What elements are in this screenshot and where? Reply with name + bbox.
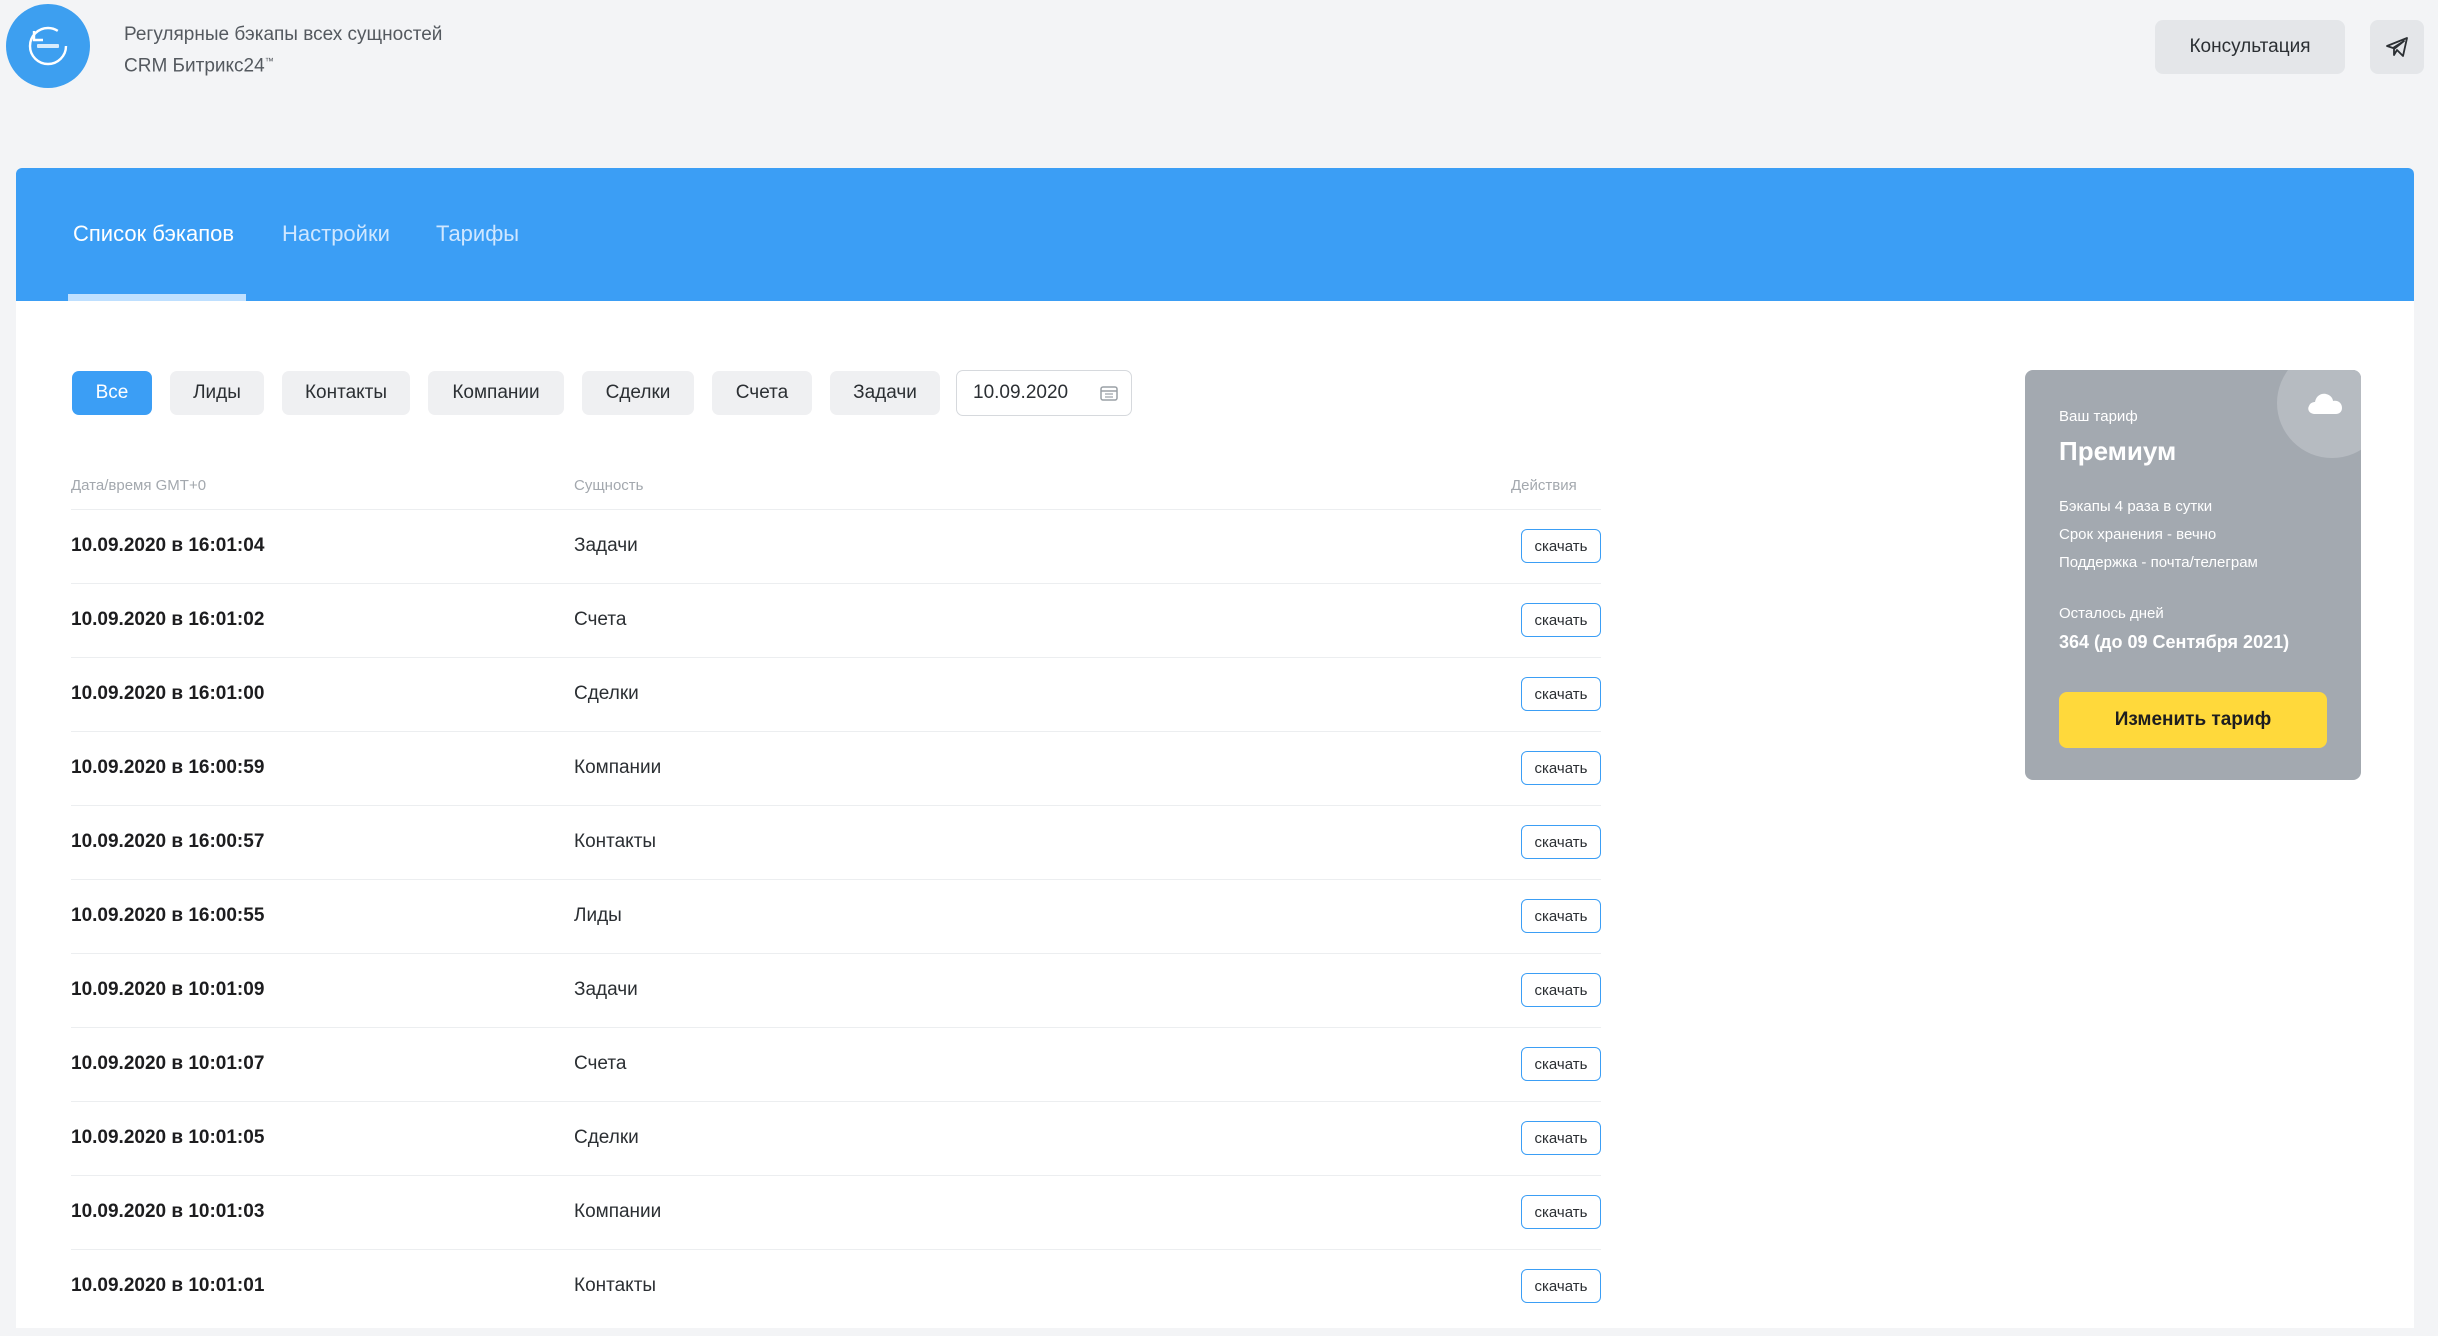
backup-logo-icon[interactable]: [6, 4, 90, 88]
days-left-label: Осталось дней: [2059, 605, 2164, 622]
brand-text: Регулярные бэкапы всех сущностей CRM Бит…: [124, 22, 442, 79]
download-button[interactable]: скачать: [1521, 751, 1601, 785]
table-row: 10.09.2020 в 10:01:03 Компании скачать: [71, 1175, 1601, 1249]
column-header-entity: Сущность: [574, 477, 644, 494]
row-datetime: 10.09.2020 в 16:01:00: [71, 683, 265, 704]
brand-tagline: Регулярные бэкапы всех сущностей: [124, 24, 443, 45]
filter-leads[interactable]: Лиды: [170, 371, 264, 415]
calendar-icon[interactable]: [1099, 383, 1119, 403]
download-button[interactable]: скачать: [1521, 1269, 1601, 1303]
tariff-name: Премиум: [2059, 436, 2177, 466]
table-row: 10.09.2020 в 16:01:02 Счета скачать: [71, 583, 1601, 657]
tab-bar: Список бэкапов Настройки Тарифы: [16, 168, 2414, 301]
row-datetime: 10.09.2020 в 16:00:55: [71, 905, 265, 926]
table-row: 10.09.2020 в 10:01:07 Счета скачать: [71, 1027, 1601, 1101]
date-filter-input[interactable]: 10.09.2020: [956, 370, 1132, 416]
date-value: 10.09.2020: [973, 382, 1069, 403]
row-datetime: 10.09.2020 в 16:00:57: [71, 831, 265, 852]
row-entity: Задачи: [574, 979, 638, 1000]
consultation-button[interactable]: Консультация: [2155, 20, 2345, 74]
row-entity: Счета: [574, 1053, 627, 1074]
filter-invoices[interactable]: Счета: [712, 371, 812, 415]
row-datetime: 10.09.2020 в 10:01:09: [71, 979, 265, 1000]
row-entity: Компании: [574, 1201, 662, 1222]
row-entity: Контакты: [574, 1275, 657, 1296]
filter-contacts[interactable]: Контакты: [282, 371, 410, 415]
table-row: 10.09.2020 в 10:01:09 Задачи скачать: [71, 953, 1601, 1027]
tariff-feature: Срок хранения - вечно: [2059, 526, 2217, 543]
row-datetime: 10.09.2020 в 10:01:07: [71, 1053, 265, 1074]
table-row: 10.09.2020 в 10:01:05 Сделки скачать: [71, 1101, 1601, 1175]
telegram-button[interactable]: [2370, 20, 2424, 74]
tariff-feature: Поддержка - почта/телеграм: [2059, 554, 2258, 571]
row-entity: Счета: [574, 609, 627, 630]
column-header-datetime: Дата/время GMT+0: [71, 477, 207, 494]
table-row: 10.09.2020 в 16:01:04 Задачи скачать: [71, 509, 1601, 583]
tab-backup-list[interactable]: Список бэкапов: [73, 220, 234, 248]
trademark-sign: ™: [264, 56, 274, 66]
row-entity: Лиды: [574, 905, 622, 926]
download-button[interactable]: скачать: [1521, 899, 1601, 933]
main-card: Список бэкапов Настройки Тарифы Все Лиды…: [16, 168, 2414, 1328]
table-row: 10.09.2020 в 16:01:00 Сделки скачать: [71, 657, 1601, 731]
tab-settings[interactable]: Настройки: [282, 220, 390, 248]
row-entity: Задачи: [574, 535, 638, 556]
row-datetime: 10.09.2020 в 10:01:01: [71, 1275, 265, 1296]
download-button[interactable]: скачать: [1521, 529, 1601, 563]
row-datetime: 10.09.2020 в 16:00:59: [71, 757, 265, 778]
row-entity: Компании: [574, 757, 662, 778]
table-row: 10.09.2020 в 16:00:57 Контакты скачать: [71, 805, 1601, 879]
row-datetime: 10.09.2020 в 10:01:03: [71, 1201, 265, 1222]
download-button[interactable]: скачать: [1521, 603, 1601, 637]
refresh-arrow-icon: [28, 26, 68, 66]
change-tariff-button[interactable]: Изменить тариф: [2059, 692, 2327, 748]
tariff-panel: Ваш тариф Премиум Бэкапы 4 раза в сутки …: [2025, 370, 2361, 780]
row-datetime: 10.09.2020 в 10:01:05: [71, 1127, 265, 1148]
download-button[interactable]: скачать: [1521, 1121, 1601, 1155]
table-row: 10.09.2020 в 16:00:55 Лиды скачать: [71, 879, 1601, 953]
row-entity: Контакты: [574, 831, 657, 852]
tab-tariffs[interactable]: Тарифы: [436, 220, 519, 248]
tariff-feature: Бэкапы 4 раза в сутки: [2059, 498, 2213, 515]
app-frame: Регулярные бэкапы всех сущностей CRM Бит…: [0, 0, 2438, 1336]
row-entity: Сделки: [574, 683, 639, 704]
days-left-value: 364 (до 09 Сентября 2021): [2059, 632, 2290, 652]
cloud-icon: [2308, 393, 2342, 414]
table-row: 10.09.2020 в 16:00:59 Компании скачать: [71, 731, 1601, 805]
row-entity: Сделки: [574, 1127, 639, 1148]
active-tab-indicator: [68, 294, 246, 301]
download-button[interactable]: скачать: [1521, 825, 1601, 859]
column-header-actions: Действия: [1511, 477, 1577, 494]
brand-product-name: CRM Битрикс24: [124, 55, 265, 77]
table-row: 10.09.2020 в 10:01:01 Контакты скачать: [71, 1249, 1601, 1323]
filter-companies[interactable]: Компании: [428, 371, 564, 415]
download-button[interactable]: скачать: [1521, 677, 1601, 711]
download-button[interactable]: скачать: [1521, 1047, 1601, 1081]
row-datetime: 10.09.2020 в 16:01:04: [71, 535, 265, 556]
tariff-label: Ваш тариф: [2059, 408, 2138, 425]
brand-product: CRM Битрикс24™: [124, 48, 442, 79]
download-button[interactable]: скачать: [1521, 973, 1601, 1007]
row-datetime: 10.09.2020 в 16:01:02: [71, 609, 265, 630]
send-icon: [2386, 37, 2408, 57]
filter-tasks[interactable]: Задачи: [830, 371, 940, 415]
filter-all[interactable]: Все: [72, 371, 152, 415]
filter-deals[interactable]: Сделки: [582, 371, 694, 415]
download-button[interactable]: скачать: [1521, 1195, 1601, 1229]
